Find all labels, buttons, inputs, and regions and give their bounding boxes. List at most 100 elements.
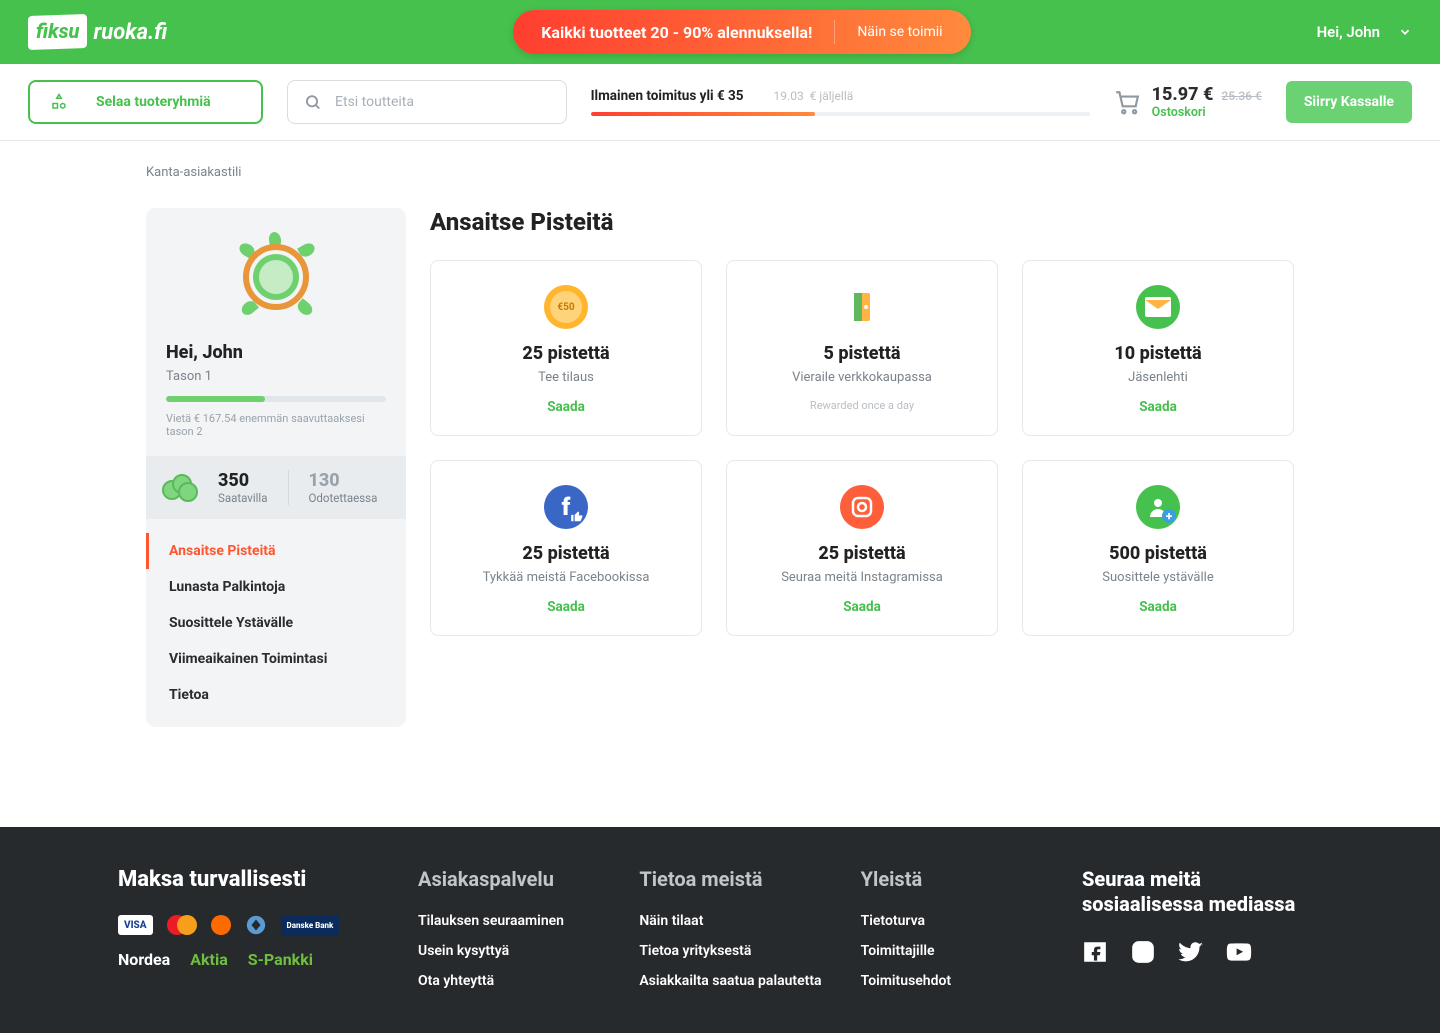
op-icon: [211, 915, 231, 935]
card-points: 25 pistettä: [449, 543, 683, 564]
footer-col-service: Asiakaspalvelu Tilauksen seuraaminen Usein…: [418, 867, 619, 1003]
footer-link-1-2[interactable]: Asiakkailta saatua palautetta: [639, 973, 840, 989]
earn-card-0: €50 25 pistettä Tee tilaus Saada: [430, 260, 702, 436]
promo-divider: [834, 20, 835, 44]
main-content: Ansaitse Pisteitä €50 25 pistettä Tee ti…: [430, 208, 1294, 727]
card-desc: Vieraile verkkokaupassa: [745, 370, 979, 385]
coin-icon: €50: [544, 285, 588, 329]
brand-aktia: Aktia: [190, 950, 228, 969]
card-cta: Rewarded once a day: [745, 399, 979, 412]
logo-text-right: ruoka.fi: [93, 20, 167, 45]
site-logo[interactable]: fiksu ruoka.fi: [28, 15, 167, 49]
card-desc: Seuraa meitä Instagramissa: [745, 570, 979, 585]
sidebar-nav: Ansaitse PisteitäLunasta PalkintojaSuosi…: [146, 519, 406, 727]
earn-cards-grid: €50 25 pistettä Tee tilaus Saada 5 piste…: [430, 260, 1294, 636]
facebook-icon: f: [544, 485, 588, 529]
footer-col-title: Tietoa meistä: [639, 867, 840, 891]
promo-banner[interactable]: Kaikki tuotteet 20 - 90% alennuksella! N…: [513, 10, 970, 54]
card-points: 10 pistettä: [1041, 343, 1275, 364]
coins-icon: [162, 474, 198, 502]
sidebar-item-3[interactable]: Viimeaikainen Toimintasi: [146, 641, 406, 677]
card-points: 25 pistettä: [449, 343, 683, 364]
sidebar-item-0[interactable]: Ansaitse Pisteitä: [146, 533, 406, 569]
card-points: 5 pistettä: [745, 343, 979, 364]
cart-original-price: 25.36 €: [1221, 89, 1261, 103]
level-progress-bar: [166, 396, 386, 402]
card-cta[interactable]: Saada: [1041, 599, 1275, 615]
twitter-icon[interactable]: [1178, 939, 1204, 965]
card-desc: Suosittele ystävälle: [1041, 570, 1275, 585]
sidebar-item-1[interactable]: Lunasta Palkintoja: [146, 569, 406, 605]
footer-social-col: Seuraa meitä sosiaalisessa mediassa: [1082, 867, 1322, 1003]
footer-link-1-0[interactable]: Näin tilaat: [639, 913, 840, 929]
page-title: Ansaitse Pisteitä: [430, 208, 1294, 236]
bank-brands-row: Nordea Aktia S-Pankki: [118, 950, 398, 969]
free-shipping-progress: Ilmainen toimitus yli € 35 19.03 € jälje…: [591, 88, 1090, 116]
footer-col-general: Yleistä Tietoturva Toimittajille Toimituseh…: [861, 867, 1062, 1003]
footer-payment-col: Maksa turvallisesti VISA Danske Bank Nor…: [118, 867, 398, 1003]
sidebar-item-2[interactable]: Suosittele Ystävälle: [146, 605, 406, 641]
brand-spankki: S-Pankki: [248, 950, 313, 969]
points-available-value: 350: [218, 470, 268, 491]
cart-total: 15.97 €: [1152, 84, 1214, 105]
footer-link-0-0[interactable]: Tilauksen seuraaminen: [418, 913, 619, 929]
footer-link-2-2[interactable]: Toimitusehdot: [861, 973, 1062, 989]
instagram-icon: [840, 485, 884, 529]
footer-link-0-2[interactable]: Ota yhteyttä: [418, 973, 619, 989]
card-desc: Tee tilaus: [449, 370, 683, 385]
profile-sidebar: Hei, John Tason 1 Vietä € 167.54 enemmän…: [146, 208, 406, 727]
browse-label: Selaa tuoteryhmiä: [96, 94, 211, 110]
points-stats: 350 Saatavilla 130 Odotettaessa: [146, 456, 406, 519]
danskebank-badge: Danske Bank: [281, 915, 340, 935]
refer-icon: +: [1136, 485, 1180, 529]
footer-link-2-0[interactable]: Tietoturva: [861, 913, 1062, 929]
footer-link-1-1[interactable]: Tietoa yrityksestä: [639, 943, 840, 959]
earn-card-1: 5 pistettä Vieraile verkkokaupassa Rewar…: [726, 260, 998, 436]
footer-link-2-1[interactable]: Toimittajille: [861, 943, 1062, 959]
cart-label: Ostoskori: [1152, 105, 1262, 120]
youtube-icon[interactable]: [1226, 939, 1252, 965]
card-cta[interactable]: Saada: [449, 599, 683, 615]
footer-link-0-1[interactable]: Usein kysyttyä: [418, 943, 619, 959]
facebook-icon[interactable]: [1082, 939, 1108, 965]
card-cta[interactable]: Saada: [745, 599, 979, 615]
instagram-icon[interactable]: [1130, 939, 1156, 965]
promo-sub-text: Näin se toimii: [857, 24, 942, 40]
profile-level: Tason 1: [166, 369, 386, 384]
toolbar: Selaa tuoteryhmiä Ilmainen toimitus yli …: [0, 64, 1440, 141]
search-input[interactable]: [335, 94, 550, 110]
mobilepay-icon: [245, 914, 267, 936]
card-points: 25 pistettä: [745, 543, 979, 564]
chevron-down-icon[interactable]: [1398, 25, 1412, 39]
cart-summary[interactable]: 15.97 € 25.36 € Ostoskori: [1114, 84, 1262, 121]
brand-nordea: Nordea: [118, 950, 170, 969]
card-desc: Jäsenlehti: [1041, 370, 1275, 385]
footer-col-title: Asiakaspalvelu: [418, 867, 619, 891]
card-points: 500 pistettä: [1041, 543, 1275, 564]
mastercard-icon: [167, 915, 197, 935]
search-field[interactable]: [287, 80, 567, 124]
user-greeting[interactable]: Hei, John: [1317, 23, 1380, 41]
points-pending-value: 130: [309, 470, 378, 491]
free-shipping-label: Ilmainen toimitus yli € 35: [591, 88, 744, 104]
logo-text-left: fiksu: [36, 19, 79, 43]
earn-card-2: 10 pistettä Jäsenlehti Saada: [1022, 260, 1294, 436]
site-footer: Maksa turvallisesti VISA Danske Bank Nor…: [0, 827, 1440, 1033]
checkout-button[interactable]: Siirry Kassalle: [1286, 81, 1412, 123]
points-pending-label: Odotettaessa: [309, 491, 378, 505]
avatar: [231, 232, 321, 322]
profile-greeting: Hei, John: [166, 342, 386, 363]
free-shipping-remaining: 19.03 € jäljellä: [774, 89, 854, 103]
sidebar-item-4[interactable]: Tietoa: [146, 677, 406, 713]
card-cta[interactable]: Saada: [449, 399, 683, 415]
browse-categories-button[interactable]: Selaa tuoteryhmiä: [28, 80, 263, 124]
earn-card-3: f 25 pistettä Tykkää meistä Facebookissa…: [430, 460, 702, 636]
earn-card-5: + 500 pistettä Suosittele ystävälle Saad…: [1022, 460, 1294, 636]
mail-icon: [1136, 285, 1180, 329]
shapes-icon: [50, 93, 68, 111]
footer-col-title: Yleistä: [861, 867, 1062, 891]
shipping-progress-bar: [591, 112, 1090, 116]
footer-col-about: Tietoa meistä Näin tilaat Tietoa yritykses…: [639, 867, 840, 1003]
breadcrumb[interactable]: Kanta-asiakastili: [146, 165, 1294, 180]
card-cta[interactable]: Saada: [1041, 399, 1275, 415]
